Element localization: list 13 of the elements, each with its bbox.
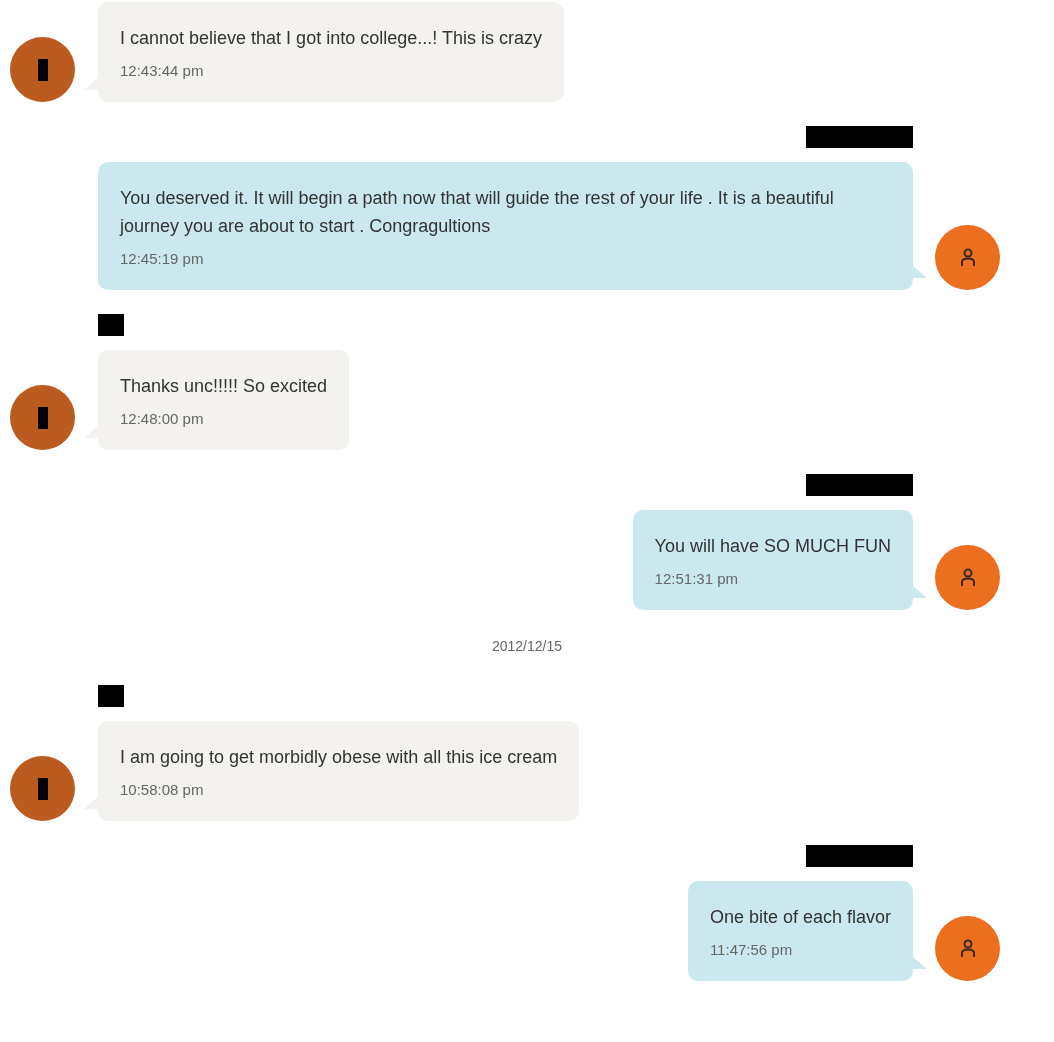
message-time: 12:48:00 pm bbox=[120, 409, 205, 429]
message-time: 11:47:56 pm bbox=[709, 940, 794, 960]
message-text: Thanks unc!!!!! So excited bbox=[120, 375, 328, 398]
message-time: 12:43:44 pm bbox=[120, 61, 205, 81]
message-text: One bite of each flavor bbox=[709, 906, 891, 929]
message-time: 12:51:31 pm bbox=[654, 569, 739, 589]
message-text: You deserved it. It will begin a path now that will guide the rest of your life . It is a beautiful journey you are about to start . Congragultions bbox=[120, 187, 835, 238]
message-time: 10:58:08 pm bbox=[120, 780, 205, 800]
date-separator: 2012/12/15 bbox=[491, 637, 563, 656]
message-text: I cannot believe that I got into college...! This is crazy bbox=[120, 27, 542, 50]
message-text: You will have SO MUCH FUN bbox=[654, 535, 891, 558]
message-time: 12:45:19 pm bbox=[120, 249, 205, 269]
message-text: I am going to get morbidly obese with all this ice cream bbox=[120, 746, 558, 769]
